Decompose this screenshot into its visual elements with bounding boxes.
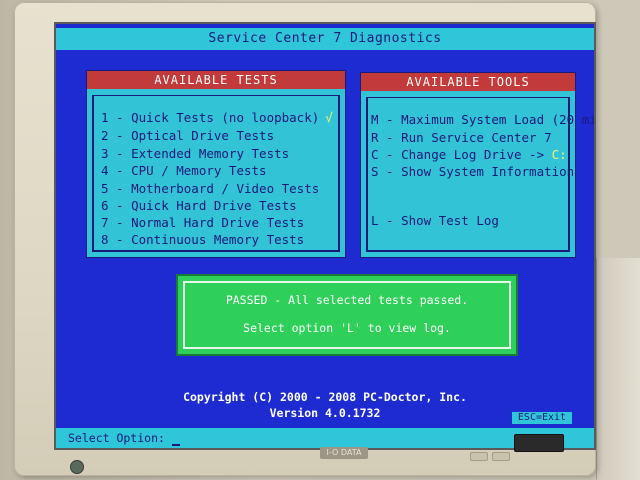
test-item-2[interactable]: 2 - Optical Drive Tests bbox=[101, 128, 274, 143]
monitor-button[interactable] bbox=[470, 452, 488, 461]
test-item-label: 1 - Quick Tests (no loopback) bbox=[101, 110, 320, 125]
status-hint-text: Select option 'L' to view log. bbox=[243, 321, 451, 335]
tool-item-max-load[interactable]: M - Maximum System Load (20 min) bbox=[371, 112, 594, 127]
side-device bbox=[596, 258, 640, 480]
tool-item-change-log-drive[interactable]: C - Change Log Drive -> C: bbox=[371, 147, 567, 162]
tool-item-label: C - Change Log Drive -> bbox=[371, 147, 552, 162]
test-item-4[interactable]: 4 - CPU / Memory Tests bbox=[101, 163, 267, 178]
test-item-6[interactable]: 6 - Quick Hard Drive Tests bbox=[101, 198, 297, 213]
tests-panel-title: AVAILABLE TESTS bbox=[87, 71, 345, 89]
test-item-5[interactable]: 5 - Motherboard / Video Tests bbox=[101, 181, 319, 196]
monitor-brand-logo: I-O DATA bbox=[320, 447, 368, 459]
power-button-icon[interactable] bbox=[70, 460, 84, 474]
test-item-1[interactable]: 1 - Quick Tests (no loopback) √ bbox=[101, 110, 333, 125]
tools-panel-title: AVAILABLE TOOLS bbox=[361, 73, 575, 91]
tool-item-system-info[interactable]: S - Show System Information bbox=[371, 164, 574, 179]
test-item-7[interactable]: 7 - Normal Hard Drive Tests bbox=[101, 215, 304, 230]
copyright-text: Copyright (C) 2000 - 2008 PC-Doctor, Inc… bbox=[183, 390, 467, 404]
check-icon: √ bbox=[325, 110, 333, 125]
tools-panel: AVAILABLE TOOLS M - Maximum System Load … bbox=[360, 72, 594, 258]
status-passed-text: PASSED - All selected tests passed. bbox=[225, 293, 469, 307]
monitor-screen: Service Center 7 Diagnostics AVAILABLE T… bbox=[54, 22, 596, 450]
monitor-badge bbox=[514, 434, 564, 452]
monitor-bezel: Service Center 7 Diagnostics AVAILABLE T… bbox=[14, 2, 596, 476]
window-title: Service Center 7 Diagnostics bbox=[56, 28, 594, 50]
status-box: PASSED - All selected tests passed. Sele… bbox=[176, 274, 518, 356]
tool-item-run-sc7[interactable]: R - Run Service Center 7 bbox=[371, 130, 552, 145]
tests-panel: AVAILABLE TESTS 1 - Quick Tests (no loop… bbox=[86, 70, 346, 258]
monitor-button[interactable] bbox=[492, 452, 510, 461]
select-option-label: Select Option: bbox=[68, 431, 172, 445]
status-frame bbox=[183, 281, 511, 349]
text-cursor bbox=[171, 432, 180, 446]
tool-item-show-log[interactable]: L - Show Test Log bbox=[371, 213, 499, 228]
test-item-3[interactable]: 3 - Extended Memory Tests bbox=[101, 146, 289, 161]
esc-exit-hint[interactable]: ESC=Exit bbox=[512, 412, 572, 424]
test-item-8[interactable]: 8 - Continuous Memory Tests bbox=[101, 232, 304, 247]
log-drive-value: C: bbox=[551, 147, 567, 162]
